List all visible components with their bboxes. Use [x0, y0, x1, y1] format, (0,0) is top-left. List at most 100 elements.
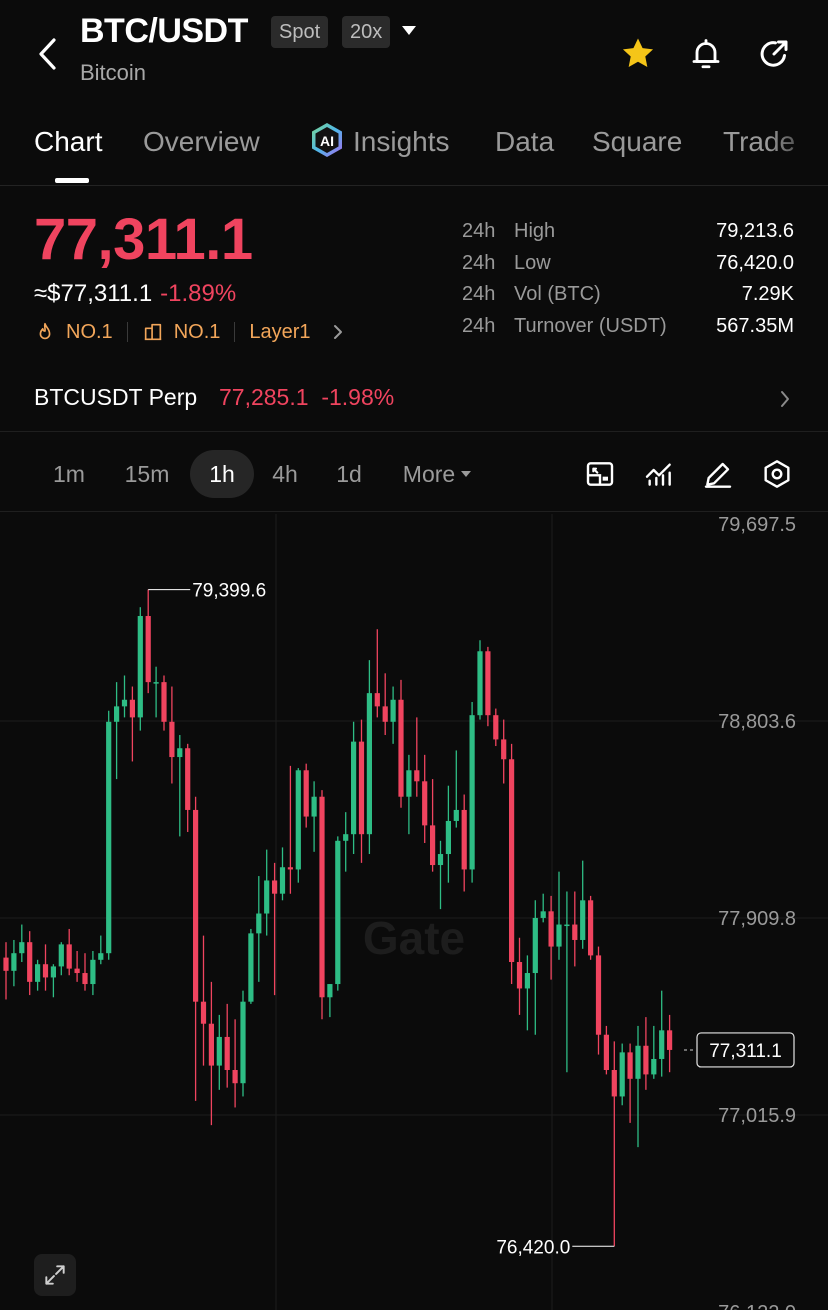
candle-body — [145, 616, 151, 683]
candle-body — [603, 1034, 609, 1070]
candle-body — [295, 770, 301, 870]
stat-value: 567.35M — [716, 314, 794, 337]
indicators-button[interactable] — [641, 456, 677, 492]
candle-body — [82, 973, 88, 985]
candle-body — [564, 924, 570, 927]
timeframe-15m[interactable]: 15m — [114, 450, 180, 498]
candle-body — [19, 942, 25, 954]
sector-tag[interactable]: Layer1 — [249, 321, 344, 344]
pair-subtitle: Bitcoin — [80, 60, 147, 85]
tab-overview[interactable]: Overview — [143, 126, 260, 158]
pencil-icon — [704, 462, 732, 488]
candle-body — [643, 1045, 649, 1075]
last-price: 77,311.1 — [34, 207, 253, 272]
candle-body — [374, 693, 380, 707]
chart-settings-icon — [586, 462, 614, 486]
candle-body — [358, 741, 365, 835]
cap-rank[interactable]: NO.1 — [142, 321, 220, 344]
favorite-button[interactable] — [618, 34, 658, 74]
candle-body — [469, 715, 475, 870]
candle-body — [90, 959, 96, 985]
perp-price: 77,285.1 — [219, 384, 309, 410]
stat-label: High — [514, 220, 556, 242]
low-marker-label: 76,420.0 — [496, 1237, 570, 1258]
pair-title[interactable]: BTC/USDT — [80, 12, 248, 51]
ai-badge-icon: AI — [312, 123, 342, 157]
y-tick-label: 78,803.6 — [718, 711, 796, 733]
candle-body — [335, 840, 341, 985]
timeframe-1d[interactable]: 1d — [324, 450, 374, 498]
candle-body — [414, 770, 420, 782]
perp-row[interactable]: BTCUSDT Perp 77,285.1 -1.98% — [0, 372, 828, 432]
candle-body — [572, 924, 578, 940]
candle-body — [311, 796, 317, 817]
candle-body — [185, 748, 191, 810]
stat-period: 24h — [462, 220, 496, 242]
candle-body — [430, 825, 436, 866]
svg-text:AI: AI — [320, 133, 334, 149]
price-change: -1.89% — [160, 280, 237, 307]
stat-label: Vol (BTC) — [514, 283, 601, 305]
stat-label: Turnover (USDT) — [514, 314, 667, 337]
candle-body — [343, 834, 349, 841]
candle-body — [351, 741, 357, 835]
timeframe-4h[interactable]: 4h — [260, 450, 310, 498]
timeframe-more[interactable]: More — [390, 450, 484, 498]
pair-dropdown-icon[interactable] — [402, 26, 416, 35]
chevron-right-icon — [781, 391, 789, 407]
timeframe-1m[interactable]: 1m — [40, 450, 98, 498]
y-tick-label: 77,015.9 — [718, 1105, 796, 1127]
usd-price-row: ≈$77,311.1 -1.89% — [34, 280, 236, 308]
tab-insights[interactable]: Insights — [353, 126, 450, 158]
rank-row[interactable]: NO.1 NO.1 Layer1 — [34, 318, 345, 346]
building-icon — [144, 323, 161, 341]
hot-rank[interactable]: NO.1 — [34, 321, 113, 344]
stat-label: Low — [514, 251, 551, 274]
high-marker-label: 79,399.6 — [192, 581, 266, 602]
candle-body — [121, 699, 128, 707]
caret-down-icon — [461, 471, 472, 477]
chevron-left-icon — [39, 38, 56, 70]
alert-button[interactable] — [686, 34, 726, 74]
candle-body — [129, 699, 135, 718]
bell-icon — [692, 39, 720, 69]
chart-settings-button[interactable] — [759, 456, 795, 492]
indicator-toggle-button[interactable] — [582, 456, 618, 492]
stat-high: 24h High 79,213.6 — [462, 220, 794, 252]
leverage-badge: 20x — [342, 16, 391, 48]
tab-square[interactable]: Square — [592, 126, 682, 158]
stat-volume: 24h Vol (BTC) 7.29K — [462, 283, 794, 315]
candle-body — [50, 966, 56, 978]
candle-body — [224, 1036, 230, 1070]
candle-body — [169, 721, 175, 758]
draw-button[interactable] — [700, 456, 736, 492]
tab-chart[interactable]: Chart — [34, 126, 102, 158]
sector-label: Layer1 — [249, 320, 311, 343]
indicator-icon — [645, 463, 671, 486]
share-button[interactable] — [754, 34, 794, 74]
back-button[interactable] — [30, 34, 64, 74]
candle-body — [548, 911, 554, 947]
candlestick-chart[interactable]: Gate 79,697.5 78,803.6 77,909.8 77,015.9 76,1… — [0, 514, 828, 1310]
candle-body — [303, 770, 309, 817]
candle-body — [516, 962, 523, 989]
y-tick-label: 79,697.5 — [718, 514, 796, 536]
tabs-fade — [768, 110, 828, 185]
candle-body — [200, 1001, 207, 1024]
candle-body — [177, 748, 183, 758]
candle-body — [453, 809, 459, 821]
tab-data[interactable]: Data — [495, 126, 554, 158]
candle-body — [501, 739, 507, 760]
fullscreen-button[interactable] — [34, 1254, 76, 1296]
candle-body — [35, 964, 41, 982]
candle-body — [540, 911, 546, 918]
candle-body — [240, 1001, 246, 1084]
candle-body — [27, 942, 33, 982]
timeframe-1h[interactable]: 1h — [190, 450, 254, 498]
candle-body — [279, 867, 286, 894]
watermark: Gate — [363, 912, 465, 964]
candle-body — [461, 809, 467, 870]
candle-body — [256, 913, 262, 934]
candle-body — [445, 820, 451, 855]
candle-body — [106, 721, 112, 954]
